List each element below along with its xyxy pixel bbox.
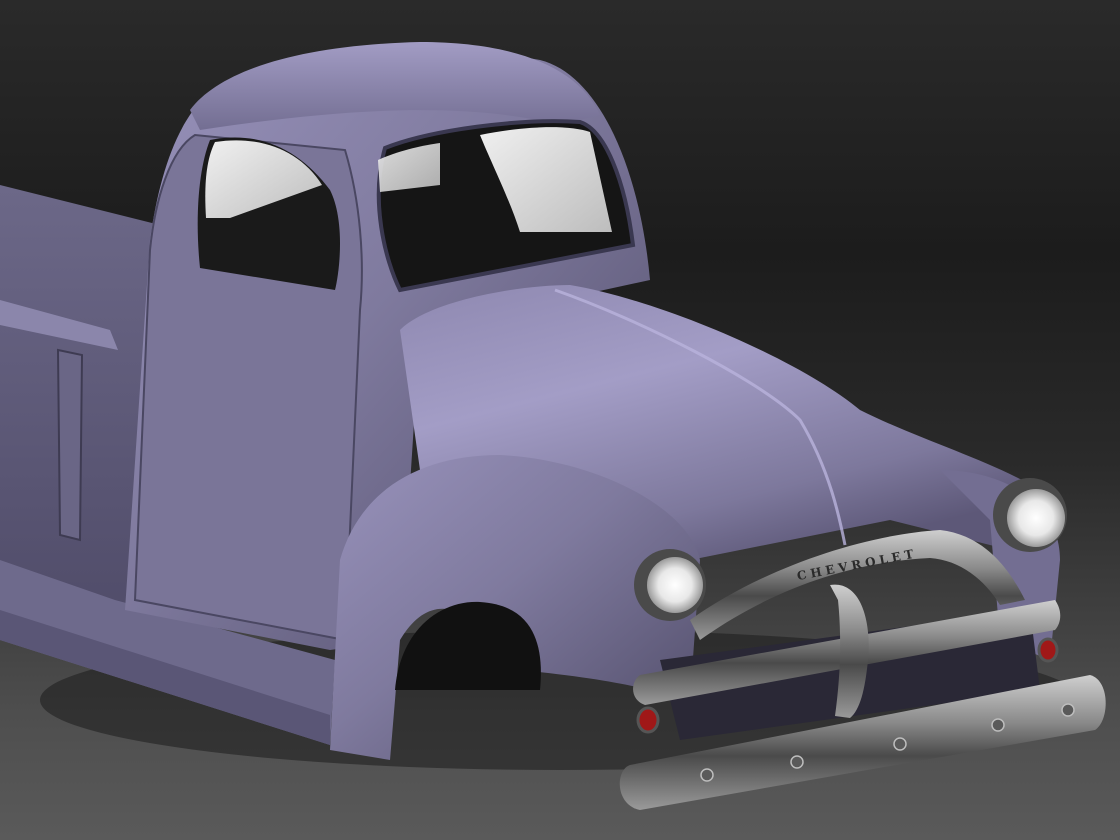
- bumper-bolt: [700, 768, 714, 782]
- bumper-bolt: [790, 755, 804, 769]
- left-parking-light: [636, 706, 660, 734]
- render-viewport[interactable]: CHEVROLET: [0, 0, 1120, 840]
- bumper-bolt: [893, 737, 907, 751]
- left-headlight: [647, 557, 703, 613]
- right-headlight: [1007, 489, 1065, 547]
- bumper-bolt: [1061, 703, 1075, 717]
- truck-render: CHEVROLET: [0, 42, 1106, 810]
- bed-stake-pocket: [56, 348, 84, 542]
- right-parking-light: [1037, 637, 1059, 663]
- bumper-bolt: [991, 718, 1005, 732]
